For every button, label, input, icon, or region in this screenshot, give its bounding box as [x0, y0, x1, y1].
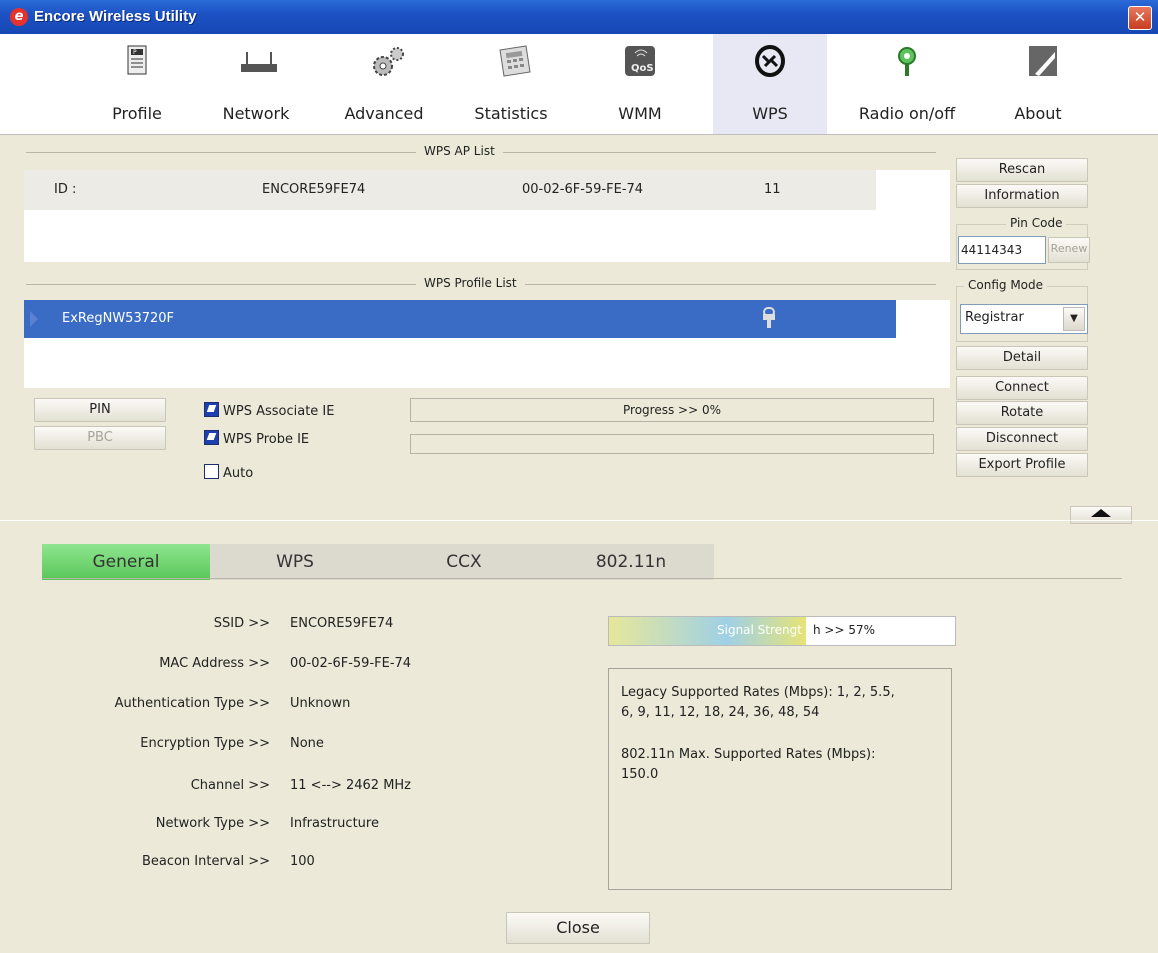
wps-icon: [753, 44, 787, 78]
close-window-button[interactable]: ✕: [1128, 6, 1152, 30]
signal-strength-value: h >> 57%: [813, 623, 876, 637]
network-type-value: Infrastructure: [290, 816, 379, 831]
lock-icon: [762, 306, 776, 334]
tab-ccx[interactable]: CCX: [380, 544, 548, 580]
gears-icon: [367, 44, 404, 78]
encryption-type-value: None: [290, 736, 324, 751]
detail-button[interactable]: Detail: [956, 346, 1088, 370]
mac-address-value: 00-02-6F-59-FE-74: [290, 656, 412, 671]
toolbar-radio[interactable]: Radio on/off: [859, 44, 955, 124]
calculator-icon: [494, 44, 531, 78]
ap-ssid: ENCORE59FE74: [262, 182, 366, 197]
auto-checkbox[interactable]: Auto: [204, 464, 253, 481]
title-bar: e Encore Wireless Utility ✕: [0, 0, 1158, 34]
close-button[interactable]: Close: [506, 912, 650, 944]
wps-associate-ie-label: WPS Associate IE: [223, 404, 335, 419]
encryption-type-key: Encryption Type >>: [140, 736, 270, 751]
progress-bar-secondary: [410, 434, 934, 454]
ap-list[interactable]: ID : ENCORE59FE74 00-02-6F-59-FE-74 11: [24, 170, 950, 262]
config-mode-select[interactable]: Registrar ▼: [960, 304, 1088, 334]
ap-list-title: WPS AP List: [416, 144, 503, 158]
config-mode-label: Config Mode: [964, 278, 1048, 292]
profile-icon: P: [120, 44, 154, 78]
ap-id-label: ID :: [54, 182, 77, 197]
toolbar-network[interactable]: Network: [216, 44, 296, 124]
encore-logo-icon: e: [10, 8, 28, 26]
router-icon: [239, 44, 277, 78]
encore-logo-icon: [1021, 44, 1057, 78]
network-type-key: Network Type >>: [155, 816, 270, 831]
ap-channel: 11: [764, 182, 781, 197]
signal-strength-label: Signal Strengt: [717, 623, 802, 637]
n-rates-line1: 802.11n Max. Supported Rates (Mbps):: [621, 747, 876, 762]
ap-mac: 00-02-6F-59-FE-74: [522, 182, 644, 197]
auto-label: Auto: [223, 466, 254, 481]
wps-probe-ie-label: WPS Probe IE: [223, 432, 310, 447]
tab-80211n[interactable]: 802.11n: [548, 544, 714, 580]
rescan-button[interactable]: Rescan: [956, 158, 1088, 182]
profile-list-row[interactable]: ExRegNW53720F: [24, 300, 896, 338]
collapse-button[interactable]: [1070, 506, 1132, 524]
ssid-value: ENCORE59FE74: [290, 616, 394, 631]
progress-text: Progress >> 0%: [623, 403, 721, 417]
export-profile-button[interactable]: Export Profile: [956, 453, 1088, 477]
pin-code-label: Pin Code: [1006, 216, 1067, 230]
toolbar-wps[interactable]: WPS: [713, 34, 827, 134]
profile-name: ExRegNW53720F: [62, 311, 175, 326]
row-pointer-icon: [30, 311, 38, 327]
toolbar-profile[interactable]: P Profile: [97, 44, 177, 124]
channel-value: 11 <--> 2462 MHz: [290, 778, 412, 793]
main-panel: WPS AP List ID : ENCORE59FE74 00-02-6F-5…: [0, 140, 1158, 950]
wps-associate-ie-checkbox[interactable]: WPS Associate IE: [204, 402, 334, 419]
supported-rates-box: Legacy Supported Rates (Mbps): 1, 2, 5.5…: [608, 668, 952, 890]
profile-list-title: WPS Profile List: [416, 276, 525, 290]
info-tabs: General WPS CCX 802.11n: [42, 544, 1122, 580]
rotate-button[interactable]: Rotate: [956, 401, 1088, 425]
ssid-key: SSID >>: [213, 616, 270, 631]
tab-general[interactable]: General: [42, 544, 210, 580]
svg-text:P: P: [133, 49, 137, 56]
wps-probe-ie-checkbox[interactable]: WPS Probe IE: [204, 430, 309, 447]
config-mode-value: Registrar: [965, 310, 1024, 325]
beacon-interval-value: 100: [290, 854, 315, 869]
tab-wps[interactable]: WPS: [210, 544, 380, 580]
checkbox-unchecked-icon: [204, 464, 219, 479]
beacon-interval-key: Beacon Interval >>: [141, 854, 270, 869]
profile-list[interactable]: ExRegNW53720F: [24, 300, 950, 388]
authentication-type-value: Unknown: [290, 696, 351, 711]
toolbar-about[interactable]: About: [998, 44, 1078, 124]
toolbar-wmm[interactable]: QoS WMM: [600, 44, 680, 124]
pin-code-field[interactable]: 44114343: [958, 236, 1046, 264]
signal-strength-bar: Signal Strengt h >> 57%: [608, 616, 956, 646]
chevron-down-icon: ▼: [1063, 307, 1085, 331]
renew-button[interactable]: Renew: [1048, 237, 1090, 263]
ap-list-row[interactable]: ID : ENCORE59FE74 00-02-6F-59-FE-74 11: [24, 170, 876, 210]
section-divider: [0, 520, 1158, 521]
legacy-rates-line2: 6, 9, 11, 12, 18, 24, 36, 48, 54: [621, 705, 820, 720]
qos-icon: QoS: [623, 44, 657, 78]
main-toolbar: P Profile Network Advanced Statistics Qo…: [0, 34, 1158, 135]
toolbar-advanced[interactable]: Advanced: [344, 44, 424, 124]
legacy-rates-line1: Legacy Supported Rates (Mbps): 1, 2, 5.5…: [621, 685, 895, 700]
connect-button[interactable]: Connect: [956, 376, 1088, 400]
window-title: Encore Wireless Utility: [34, 8, 197, 25]
progress-bar: Progress >> 0%: [410, 398, 934, 422]
pbc-button[interactable]: PBC: [34, 426, 166, 450]
pin-button[interactable]: PIN: [34, 398, 166, 422]
radio-icon: [890, 44, 924, 78]
svg-text:QoS: QoS: [631, 63, 654, 74]
toolbar-statistics[interactable]: Statistics: [471, 44, 551, 124]
authentication-type-key: Authentication Type >>: [114, 696, 270, 711]
checkbox-checked-icon: [204, 402, 219, 417]
n-rates-line2: 150.0: [621, 767, 659, 782]
mac-address-key: MAC Address >>: [159, 656, 270, 671]
triangle-up-icon: [1091, 509, 1111, 517]
disconnect-button[interactable]: Disconnect: [956, 427, 1088, 451]
checkbox-checked-icon: [204, 430, 219, 445]
information-button[interactable]: Information: [956, 184, 1088, 208]
channel-key: Channel >>: [190, 778, 270, 793]
tab-underline: [42, 578, 1122, 579]
